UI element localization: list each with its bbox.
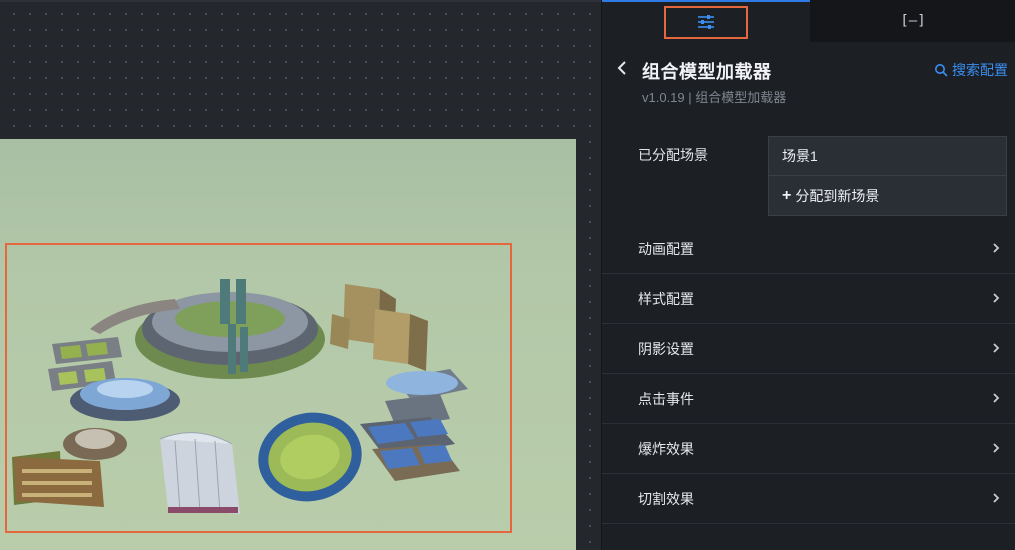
search-config-link[interactable]: 搜索配置 — [934, 60, 1008, 80]
section-shadow[interactable]: 阴影设置 — [602, 324, 1015, 374]
section-explode-effect[interactable]: 爆炸效果 — [602, 424, 1015, 474]
canvas-border — [0, 0, 601, 2]
panel-tabs: [–] — [602, 0, 1015, 42]
section-label: 爆炸效果 — [638, 440, 694, 457]
search-config-label: 搜索配置 — [952, 62, 1008, 78]
plus-icon: + — [782, 186, 792, 204]
panel-header: 组合模型加载器 v1.0.19 | 组合模型加载器 搜索配置 — [602, 42, 1015, 122]
section-label: 动画配置 — [638, 240, 694, 257]
tab-highlight-frame — [664, 6, 748, 39]
bracket-icon: [–] — [900, 13, 926, 29]
section-label: 阴影设置 — [638, 340, 694, 357]
editor-canvas[interactable] — [0, 0, 601, 550]
scene-item[interactable]: 场景1 — [769, 137, 1006, 176]
scene-preview[interactable] — [0, 139, 576, 550]
section-animation[interactable]: 动画配置 — [602, 224, 1015, 274]
search-icon — [935, 64, 948, 77]
component-version: v1.0.19 | 组合模型加载器 — [642, 90, 787, 105]
section-cut-effect[interactable]: 切割效果 — [602, 474, 1015, 524]
tab-layers[interactable]: [–] — [810, 0, 1015, 42]
scene-list: 场景1 + 分配到新场景 — [768, 136, 1007, 216]
section-label: 样式配置 — [638, 290, 694, 307]
tab-config[interactable] — [602, 0, 810, 42]
model-selection-frame — [5, 243, 512, 533]
assign-new-scene-button[interactable]: + 分配到新场景 — [769, 176, 1006, 215]
section-label: 点击事件 — [638, 390, 694, 407]
section-click-event[interactable]: 点击事件 — [602, 374, 1015, 424]
chevron-right-icon — [993, 393, 1000, 403]
chevron-right-icon — [993, 343, 1000, 353]
chevron-right-icon — [993, 293, 1000, 303]
config-sections: 动画配置 样式配置 阴影设置 点击事件 爆炸效果 切割效果 — [602, 224, 1015, 524]
chevron-right-icon — [993, 243, 1000, 253]
chevron-right-icon — [993, 493, 1000, 503]
assign-new-scene-label: 分配到新场景 — [795, 187, 880, 204]
config-panel: [–] 组合模型加载器 v1.0.19 | 组合模型加载器 搜索配置 已分配场景… — [601, 0, 1015, 550]
assigned-scene-label: 已分配场景 — [638, 147, 708, 163]
section-style[interactable]: 样式配置 — [602, 274, 1015, 324]
chevron-right-icon — [993, 443, 1000, 453]
component-title: 组合模型加载器 — [642, 62, 772, 82]
back-arrow-icon[interactable] — [614, 58, 630, 78]
section-label: 切割效果 — [638, 490, 694, 507]
